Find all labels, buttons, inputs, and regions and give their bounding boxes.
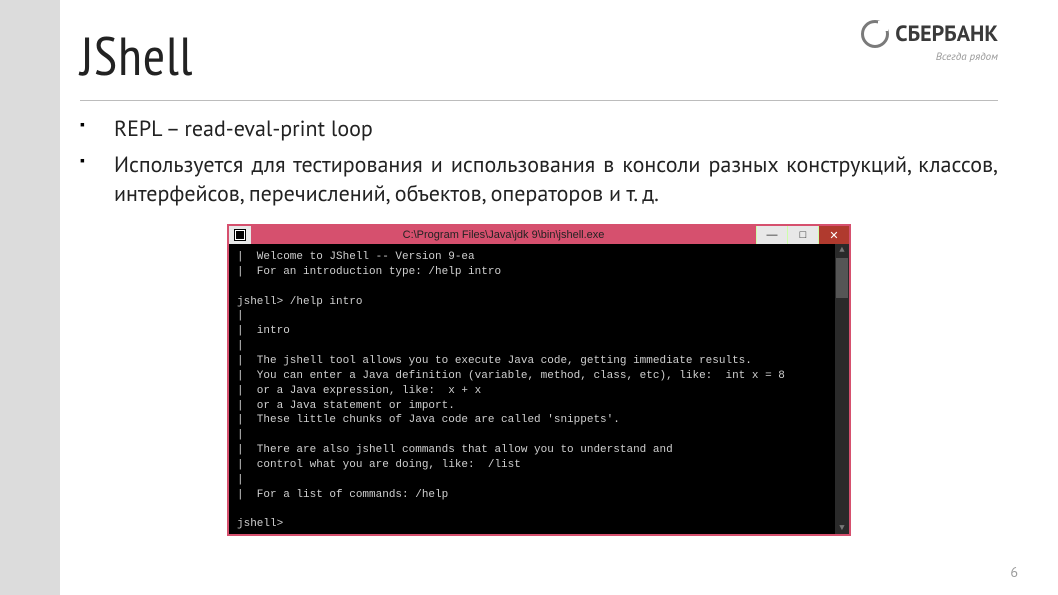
terminal-app-icon <box>229 226 251 244</box>
page-number: 6 <box>1010 563 1018 581</box>
scroll-down-icon[interactable]: ▼ <box>839 522 844 534</box>
scroll-up-icon[interactable]: ▲ <box>839 244 844 256</box>
header-rule <box>80 100 998 101</box>
terminal-body: | Welcome to JShell -- Version 9-ea | Fo… <box>229 244 849 534</box>
logo-ring-icon <box>861 20 889 48</box>
brand-tagline: Всегда рядом <box>861 50 998 64</box>
terminal-wrapper: C:\Program Files\Java\jdk 9\bin\jshell.e… <box>80 224 998 536</box>
minimize-button[interactable]: — <box>756 226 787 244</box>
terminal-title: C:\Program Files\Java\jdk 9\bin\jshell.e… <box>251 226 756 244</box>
slide-title: JShell <box>80 20 193 90</box>
scrollbar-thumb[interactable] <box>836 258 848 298</box>
terminal-titlebar: C:\Program Files\Java\jdk 9\bin\jshell.e… <box>229 226 849 244</box>
scrollbar[interactable]: ▲▼ <box>835 244 849 534</box>
brand-logo-top: СБЕРБАНК <box>861 20 998 48</box>
slide: JShell СБЕРБАНК Всегда рядом REPL – read… <box>0 0 1058 595</box>
brand-name: СБЕРБАНК <box>895 20 998 48</box>
bullet-item: Используется для тестирования и использо… <box>80 151 998 210</box>
terminal-window: C:\Program Files\Java\jdk 9\bin\jshell.e… <box>227 224 851 536</box>
header: JShell СБЕРБАНК Всегда рядом <box>80 20 998 96</box>
brand-logo: СБЕРБАНК Всегда рядом <box>861 20 998 64</box>
maximize-button[interactable]: □ <box>787 226 818 244</box>
close-button[interactable]: ✕ <box>818 226 849 244</box>
terminal-text: | Welcome to JShell -- Version 9-ea | Fo… <box>237 251 785 530</box>
left-accent-bar <box>0 0 60 595</box>
bullet-item: REPL – read-eval-print loop <box>80 115 998 145</box>
bullet-list: REPL – read-eval-print loop Используется… <box>80 115 998 210</box>
